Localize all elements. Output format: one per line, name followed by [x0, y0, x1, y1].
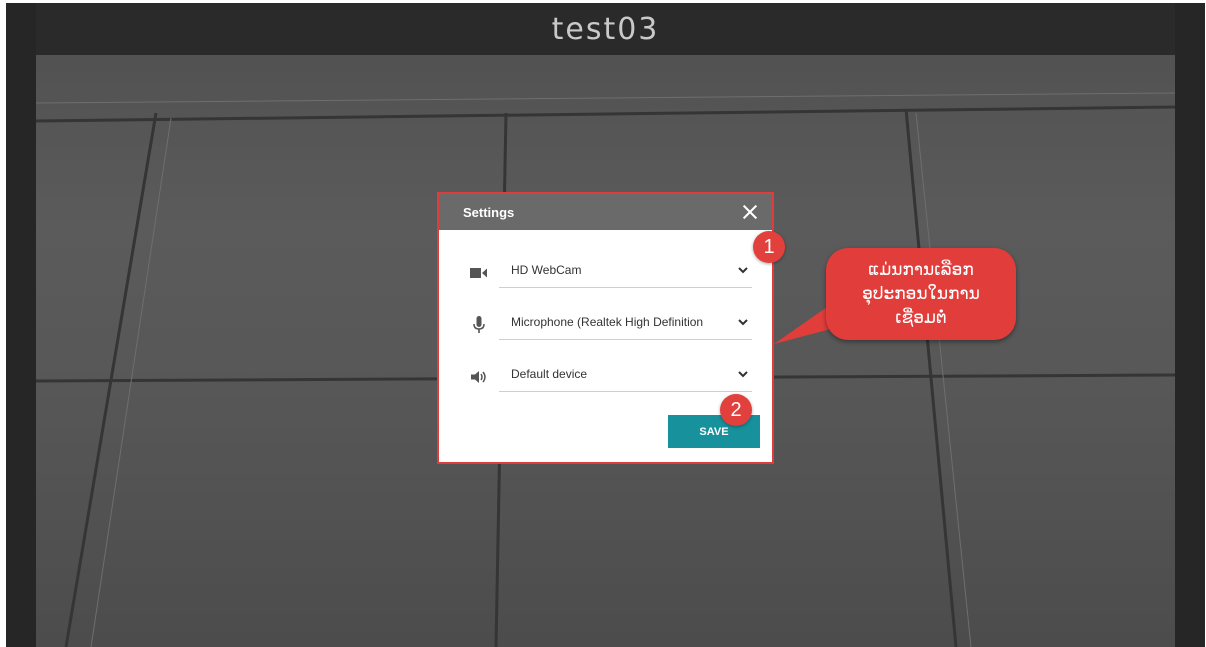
camera-row: HD WebCam	[439, 254, 772, 290]
right-border	[1175, 3, 1205, 647]
microphone-icon	[469, 316, 489, 334]
left-border	[6, 3, 36, 647]
microphone-select[interactable]: Microphone (Realtek High Definition	[499, 306, 752, 340]
participant-title-bar: test03	[36, 3, 1175, 55]
speaker-row: Default device	[439, 358, 772, 394]
camera-select[interactable]: HD WebCam	[499, 254, 752, 288]
chevron-down-icon	[738, 371, 748, 378]
participant-name: test03	[551, 11, 660, 47]
dialog-title: Settings	[463, 204, 515, 220]
dialog-header: Settings	[439, 194, 772, 230]
step-2-badge: 2	[720, 394, 752, 426]
camera-icon	[469, 264, 489, 282]
close-icon[interactable]	[740, 202, 760, 222]
microphone-value: Microphone (Realtek High Definition	[511, 315, 704, 329]
settings-dialog: Settings HD WebCam Microphone (Realtek H…	[437, 192, 774, 464]
microphone-row: Microphone (Realtek High Definition	[439, 306, 772, 342]
speaker-icon	[469, 368, 489, 386]
chevron-down-icon	[738, 319, 748, 326]
speaker-select[interactable]: Default device	[499, 358, 752, 392]
callout-text: ແມ່ນການເລືອກອຸປະກອນໃນການເຊື່ອມຕໍ່	[862, 260, 980, 327]
speaker-value: Default device	[511, 367, 588, 381]
chevron-down-icon	[738, 267, 748, 274]
step-1-badge: 1	[753, 231, 785, 263]
annotation-callout: ແມ່ນການເລືອກອຸປະກອນໃນການເຊື່ອມຕໍ່	[826, 248, 1016, 340]
camera-value: HD WebCam	[511, 263, 582, 277]
